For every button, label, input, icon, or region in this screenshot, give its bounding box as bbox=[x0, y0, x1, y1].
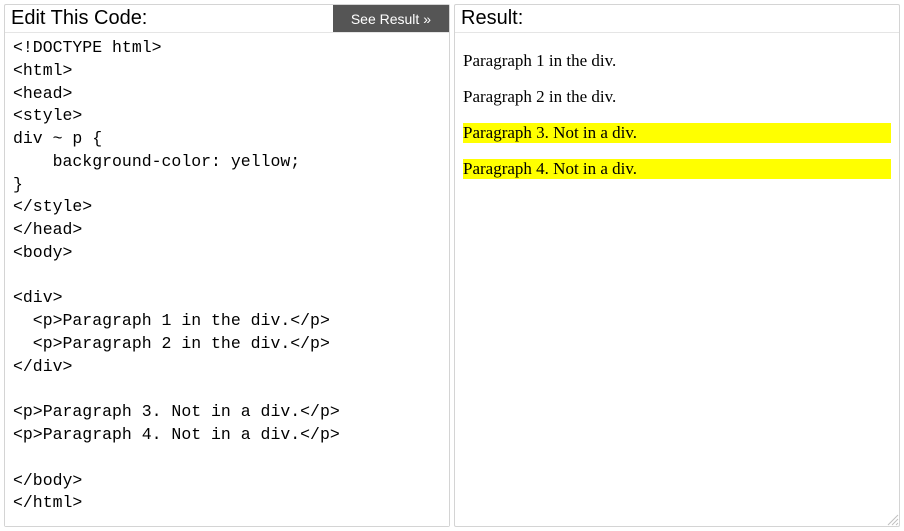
result-paragraph: Paragraph 3. Not in a div. bbox=[463, 123, 891, 143]
result-wrap: Paragraph 1 in the div. Paragraph 2 in t… bbox=[455, 32, 899, 526]
result-paragraph: Paragraph 4. Not in a div. bbox=[463, 159, 891, 179]
result-pane: Result: Paragraph 1 in the div. Paragrap… bbox=[454, 4, 900, 527]
see-result-button[interactable]: See Result » bbox=[333, 5, 449, 33]
result-body: Paragraph 1 in the div. Paragraph 2 in t… bbox=[455, 33, 899, 526]
result-title: Result: bbox=[455, 5, 899, 32]
editor-pane: Edit This Code: See Result » bbox=[4, 4, 450, 527]
editor-wrap bbox=[5, 32, 449, 526]
result-paragraph: Paragraph 1 in the div. bbox=[463, 51, 891, 71]
tryit-container: Edit This Code: See Result » Result: Par… bbox=[4, 4, 900, 527]
result-paragraph: Paragraph 2 in the div. bbox=[463, 87, 891, 107]
code-editor[interactable] bbox=[5, 33, 449, 526]
